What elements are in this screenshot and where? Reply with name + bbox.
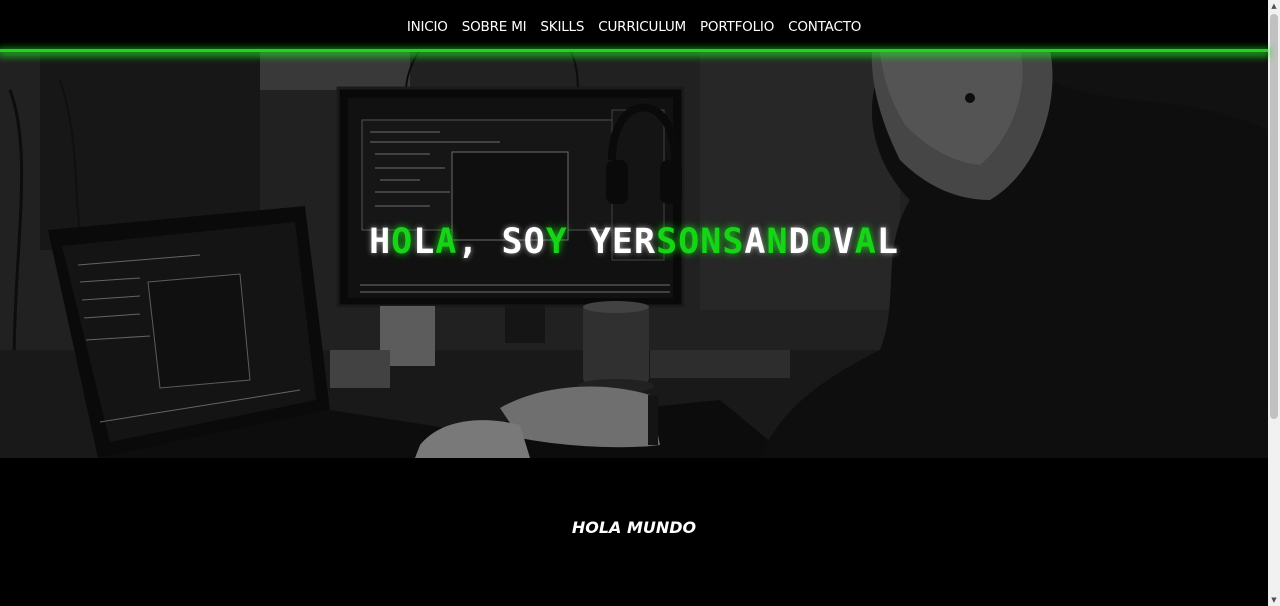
- chevron-up-icon[interactable]: ▲: [1268, 0, 1280, 12]
- nav-item-inicio: INICIO: [407, 16, 448, 35]
- nav-link-curriculum[interactable]: CURRICULUM: [598, 19, 686, 35]
- nav-link-inicio[interactable]: INICIO: [407, 19, 448, 35]
- hello-section: HOLA MUNDO: [0, 458, 1268, 606]
- chevron-down-icon[interactable]: ▼: [1268, 594, 1280, 606]
- section-heading: HOLA MUNDO: [571, 518, 697, 537]
- nav-menu: INICIO SOBRE MI SKILLS CURRICULUM PORTFO…: [407, 16, 862, 35]
- nav-item-curriculum: CURRICULUM: [598, 16, 686, 35]
- hero-title: HOLA, SOY YERSONSANDOVAL: [0, 222, 1268, 262]
- nav-link-portfolio[interactable]: PORTFOLIO: [700, 19, 774, 35]
- top-navbar: INICIO SOBRE MI SKILLS CURRICULUM PORTFO…: [0, 0, 1268, 50]
- hero-title-text: HOLA, SOY YERSONSANDOVAL: [369, 222, 899, 262]
- page: INICIO SOBRE MI SKILLS CURRICULUM PORTFO…: [0, 0, 1280, 606]
- nav-link-contacto[interactable]: CONTACTO: [788, 19, 861, 35]
- nav-item-skills: SKILLS: [540, 16, 584, 35]
- nav-item-sobre-mi: SOBRE MI: [462, 16, 527, 35]
- nav-glow-line: [0, 49, 1268, 52]
- scrollbar-thumb[interactable]: [1270, 14, 1278, 419]
- hero-banner: HOLA, SOY YERSONSANDOVAL: [0, 50, 1268, 458]
- nav-link-skills[interactable]: SKILLS: [540, 19, 584, 35]
- nav-item-contacto: CONTACTO: [788, 16, 861, 35]
- nav-item-portfolio: PORTFOLIO: [700, 16, 774, 35]
- page-scrollbar[interactable]: ▲ ▼: [1268, 0, 1280, 606]
- nav-link-sobre-mi[interactable]: SOBRE MI: [462, 19, 527, 35]
